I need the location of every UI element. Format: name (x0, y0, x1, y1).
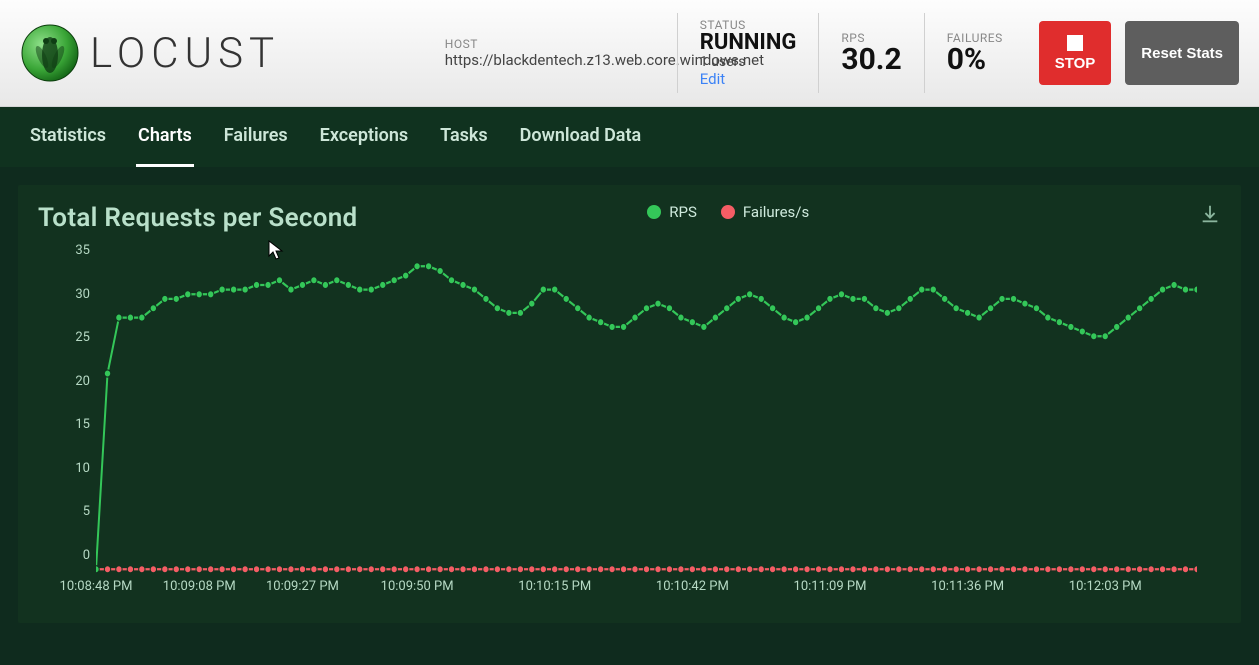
x-tick-label: 10:11:36 PM (931, 579, 1004, 594)
stop-button[interactable]: STOP (1039, 21, 1112, 85)
tab-charts[interactable]: Charts (136, 107, 194, 167)
host-value: https://blackdentech.z13.web.core.window… (445, 51, 655, 70)
x-axis-labels: 10:08:48 PM10:09:08 PM10:09:27 PM10:09:5… (96, 573, 1197, 603)
status-block: STATUS RUNNING 1 users Edit (677, 13, 819, 93)
x-tick-label: 10:11:09 PM (794, 579, 867, 594)
host-label: HOST (445, 37, 655, 51)
chart-area[interactable]: 35302520151050 10:08:48 PM10:09:08 PM10:… (96, 243, 1197, 603)
x-tick-label: 10:10:15 PM (518, 579, 591, 594)
x-tick-label: 10:09:27 PM (266, 579, 339, 594)
stop-icon (1067, 35, 1083, 51)
legend-failures-label: Failures/s (743, 203, 809, 221)
tab-bar: Statistics Charts Failures Exceptions Tasks D… (0, 107, 1259, 167)
tab-tasks[interactable]: Tasks (438, 107, 490, 167)
rps-block: RPS 30.2 (818, 13, 923, 93)
failures-block: FAILURES 0% (924, 13, 1025, 93)
legend-rps-label: RPS (669, 203, 697, 221)
x-tick-label: 10:10:42 PM (656, 579, 729, 594)
stop-button-label: STOP (1055, 55, 1096, 72)
circle-icon (721, 205, 735, 219)
tab-failures[interactable]: Failures (222, 107, 290, 167)
x-tick-label: 10:09:50 PM (381, 579, 454, 594)
tab-download-data[interactable]: Download Data (518, 107, 644, 167)
users-text: 1 users (700, 54, 797, 70)
reset-stats-button[interactable]: Reset Stats (1125, 21, 1239, 85)
locust-icon (20, 23, 80, 83)
x-tick-label: 10:08:48 PM (60, 579, 133, 594)
chart-panel: Total Requests per Second RPS Failures/s… (18, 185, 1241, 623)
failures-value: 0% (947, 45, 1003, 75)
y-axis-labels: 35302520151050 (48, 243, 90, 563)
reset-button-label: Reset Stats (1141, 45, 1223, 62)
x-tick-label: 10:09:08 PM (163, 579, 236, 594)
top-header: LOCUST HOST https://blackdentech.z13.web… (0, 0, 1259, 107)
host-block: HOST https://blackdentech.z13.web.core.w… (423, 13, 677, 93)
chart-svg (96, 243, 1197, 603)
legend-failures[interactable]: Failures/s (721, 203, 809, 221)
chart-header: Total Requests per Second RPS Failures/s (38, 203, 1221, 233)
logo-text: LOCUST (90, 29, 280, 78)
tab-exceptions[interactable]: Exceptions (318, 107, 411, 167)
chart-legend: RPS Failures/s (647, 203, 809, 221)
circle-icon (647, 205, 661, 219)
x-tick-label: 10:12:03 PM (1069, 579, 1142, 594)
download-icon[interactable] (1199, 203, 1221, 229)
status-value: RUNNING (700, 32, 797, 54)
edit-link[interactable]: Edit (700, 70, 797, 88)
logo: LOCUST (20, 23, 280, 83)
rps-value: 30.2 (841, 45, 901, 75)
legend-rps[interactable]: RPS (647, 203, 697, 221)
chart-title: Total Requests per Second (38, 203, 358, 233)
tab-statistics[interactable]: Statistics (28, 107, 108, 167)
